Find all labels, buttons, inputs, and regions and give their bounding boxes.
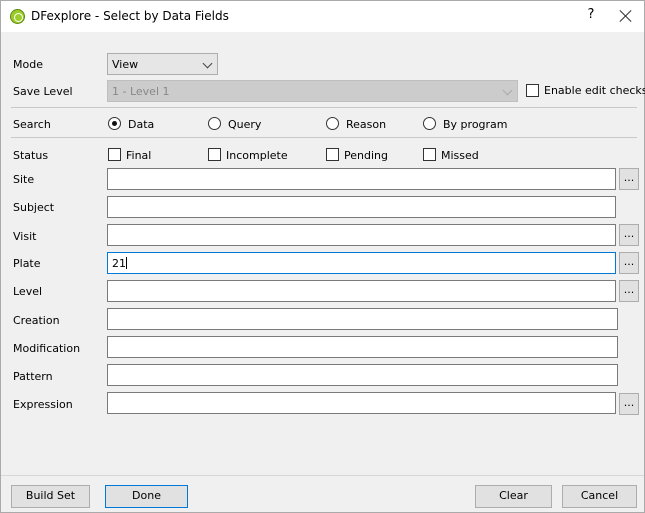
level-label: Level	[13, 285, 43, 298]
site-label: Site	[13, 173, 35, 186]
status-final-checkbox[interactable]	[108, 148, 121, 161]
mode-select[interactable]: View	[107, 53, 218, 75]
status-label: Status	[13, 149, 49, 162]
close-icon[interactable]	[613, 3, 639, 29]
divider	[11, 137, 637, 138]
status-missed-checkbox[interactable]	[423, 148, 436, 161]
modification-label: Modification	[13, 342, 81, 355]
subject-input[interactable]	[107, 196, 616, 218]
status-final-label: Final	[126, 149, 152, 162]
plate-browse-button[interactable]: ...	[619, 252, 639, 274]
status-incomplete-label: Incomplete	[226, 149, 288, 162]
status-pending-checkbox[interactable]	[326, 148, 339, 161]
plate-value: 21	[112, 257, 126, 270]
pattern-label: Pattern	[13, 370, 53, 383]
chevron-down-icon	[202, 58, 213, 69]
done-button[interactable]: Done	[105, 485, 188, 508]
search-reason-label: Reason	[346, 118, 387, 131]
site-input[interactable]	[107, 168, 616, 190]
site-browse-button[interactable]: ...	[619, 168, 639, 190]
search-data-label: Data	[128, 118, 155, 131]
visit-input[interactable]	[107, 224, 616, 246]
mode-value: View	[112, 58, 139, 71]
status-incomplete-checkbox[interactable]	[208, 148, 221, 161]
plate-input[interactable]: 21	[107, 252, 616, 274]
footer-divider	[1, 475, 644, 476]
dfexplore-icon	[10, 9, 25, 24]
subject-label: Subject	[13, 201, 55, 214]
chevron-down-icon	[502, 85, 513, 96]
window-title: DFexplore - Select by Data Fields	[31, 9, 229, 23]
clear-button[interactable]: Clear	[475, 485, 552, 508]
status-missed-label: Missed	[441, 149, 479, 162]
build-set-button[interactable]: Build Set	[11, 485, 90, 508]
search-query-radio[interactable]	[208, 117, 221, 130]
save-level-value: 1 - Level 1	[112, 85, 170, 98]
modification-input[interactable]	[107, 336, 618, 358]
plate-label: Plate	[13, 257, 41, 270]
creation-label: Creation	[13, 314, 60, 327]
level-browse-button[interactable]: ...	[619, 280, 639, 302]
visit-browse-button[interactable]: ...	[619, 224, 639, 246]
search-reason-radio[interactable]	[326, 117, 339, 130]
mode-label: Mode	[13, 58, 43, 71]
search-by-program-label: By program	[443, 118, 508, 131]
search-by-program-radio[interactable]	[423, 117, 436, 130]
title-bar: DFexplore - Select by Data Fields ?	[1, 1, 644, 32]
expression-browse-button[interactable]: ...	[619, 393, 639, 415]
search-data-radio[interactable]	[108, 117, 121, 130]
pattern-input[interactable]	[107, 364, 618, 386]
visit-label: Visit	[13, 230, 37, 243]
creation-input[interactable]	[107, 308, 618, 330]
save-level-select[interactable]: 1 - Level 1	[107, 80, 518, 102]
cancel-button[interactable]: Cancel	[562, 485, 637, 508]
search-label: Search	[13, 118, 51, 131]
search-query-label: Query	[228, 118, 262, 131]
divider	[11, 107, 637, 108]
expression-label: Expression	[13, 398, 73, 411]
save-level-label: Save Level	[13, 85, 73, 98]
dialog-window: DFexplore - Select by Data Fields ? Mode…	[0, 0, 645, 513]
help-button[interactable]: ?	[584, 7, 598, 25]
level-input[interactable]	[107, 280, 616, 302]
status-pending-label: Pending	[344, 149, 388, 162]
text-caret	[126, 257, 127, 269]
enable-edit-checks-label: Enable edit checks	[544, 84, 645, 97]
enable-edit-checks-checkbox[interactable]	[526, 84, 539, 97]
expression-input[interactable]	[107, 392, 616, 414]
